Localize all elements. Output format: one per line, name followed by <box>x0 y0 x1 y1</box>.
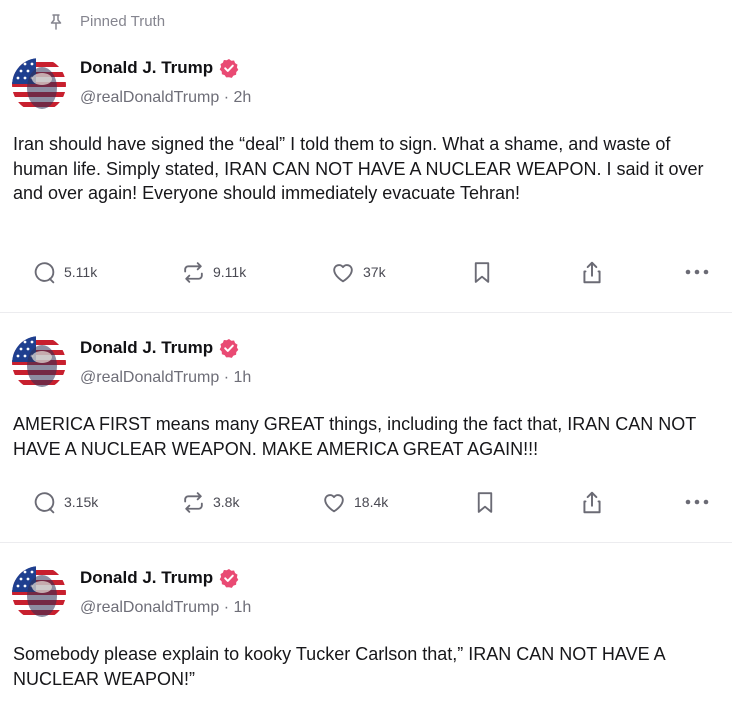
post-actions: 3.15k 3.8k 18.4k <box>0 486 732 518</box>
retruth-count: 9.11k <box>213 264 247 280</box>
like-button[interactable]: 18.4k <box>321 486 388 518</box>
more-button[interactable] <box>684 486 710 518</box>
bookmark-icon <box>471 260 493 285</box>
more-horizontal-icon <box>684 498 710 506</box>
more-button[interactable] <box>684 256 710 288</box>
more-horizontal-icon <box>684 268 710 276</box>
author-handle[interactable]: @realDonaldTrump · 2h <box>80 87 251 109</box>
retruth-count: 3.8k <box>213 494 240 510</box>
avatar[interactable] <box>12 566 66 620</box>
like-button[interactable]: 37k <box>330 256 386 288</box>
heart-icon <box>330 260 356 285</box>
author-handle[interactable]: @realDonaldTrump · 1h <box>80 367 251 389</box>
reply-count: 3.15k <box>64 494 99 510</box>
post-text: Somebody please explain to kooky Tucker … <box>13 644 665 689</box>
author-name[interactable]: Donald J. Trump <box>80 566 213 590</box>
like-count: 37k <box>363 264 386 280</box>
post[interactable]: Donald J. Trump @realDonaldTrump · 1h AM… <box>0 313 732 543</box>
retruth-icon <box>181 490 206 515</box>
post-actions: 5.11k 9.11k 37k <box>0 256 732 288</box>
pin-icon <box>48 13 64 31</box>
reply-icon <box>32 490 57 515</box>
author-name[interactable]: Donald J. Trump <box>80 336 213 360</box>
post[interactable]: Donald J. Trump @realDonaldTrump · 2h Ir… <box>0 44 732 313</box>
avatar[interactable] <box>12 336 66 390</box>
pinned-header: Pinned Truth <box>0 0 732 44</box>
post-text: AMERICA FIRST means many GREAT things, i… <box>13 414 696 459</box>
verified-badge-icon <box>219 338 239 358</box>
reply-icon <box>32 260 57 285</box>
retruth-button[interactable]: 3.8k <box>181 486 239 518</box>
pinned-label: Pinned Truth <box>80 13 166 30</box>
bookmark-button[interactable] <box>471 256 493 288</box>
bookmark-button[interactable] <box>474 486 496 518</box>
share-button[interactable] <box>579 256 605 288</box>
share-icon <box>579 259 605 286</box>
avatar[interactable] <box>12 58 66 112</box>
post-text: Iran should have signed the “deal” I tol… <box>13 134 704 203</box>
heart-icon <box>321 490 347 515</box>
verified-badge-icon <box>219 58 239 78</box>
verified-badge-icon <box>219 568 239 588</box>
reply-count: 5.11k <box>64 264 98 280</box>
share-icon <box>579 489 605 516</box>
author-handle[interactable]: @realDonaldTrump · 1h <box>80 597 251 619</box>
retruth-button[interactable]: 9.11k <box>181 256 246 288</box>
retruth-icon <box>181 260 206 285</box>
share-button[interactable] <box>579 486 605 518</box>
reply-button[interactable]: 3.15k <box>32 486 98 518</box>
post[interactable]: Donald J. Trump @realDonaldTrump · 1h So… <box>0 543 732 716</box>
reply-button[interactable]: 5.11k <box>32 256 97 288</box>
like-count: 18.4k <box>354 494 389 510</box>
author-name[interactable]: Donald J. Trump <box>80 56 213 80</box>
bookmark-icon <box>474 490 496 515</box>
